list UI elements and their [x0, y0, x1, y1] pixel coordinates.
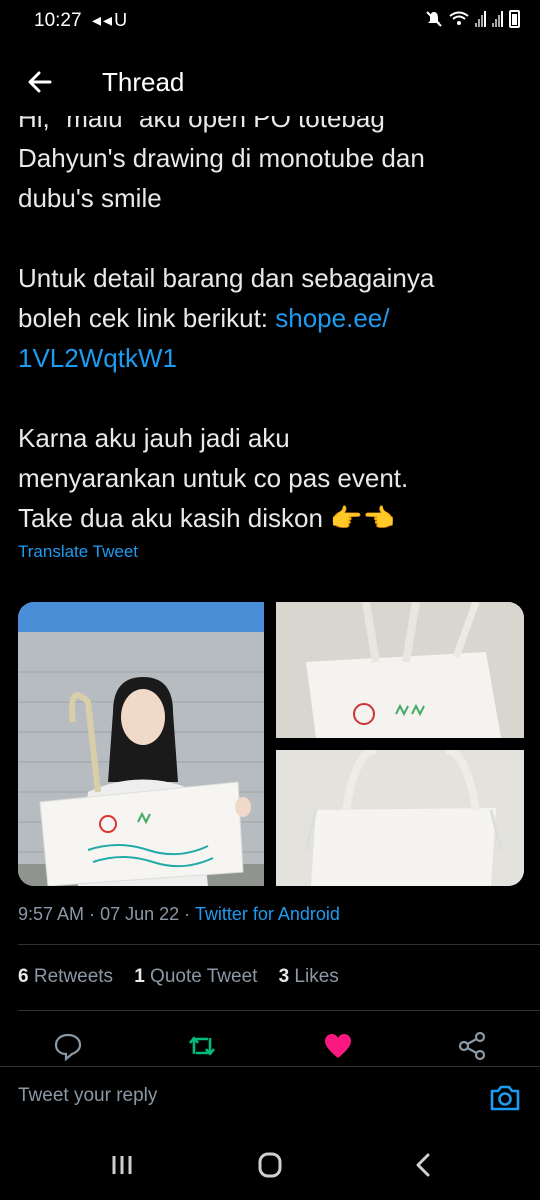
tweet-line: dubu's smile — [18, 183, 162, 213]
status-icons — [425, 10, 520, 28]
system-nav-bar — [0, 1130, 540, 1200]
back-arrow-icon[interactable] — [22, 64, 58, 100]
tweet-link-cont[interactable]: 1VL2WqtkW1 — [18, 343, 177, 373]
top-bar: Thread — [0, 50, 540, 116]
reply-icon[interactable] — [52, 1030, 84, 1062]
tweet-actions — [0, 1020, 540, 1066]
share-icon[interactable] — [456, 1030, 488, 1062]
tote-photo-detail-1[interactable] — [276, 602, 524, 738]
tweet-text: Hi, "maiu" aku open PO totebag Dahyun's … — [18, 98, 528, 538]
tweet-meta: 9:57 AM · 07 Jun 22 · Twitter for Androi… — [18, 904, 340, 924]
tote-photo-main[interactable] — [18, 602, 264, 886]
signal-icon — [475, 11, 486, 27]
home-icon[interactable] — [250, 1148, 290, 1182]
quotes-stat[interactable]: 1 Quote Tweet — [134, 966, 257, 987]
page-title: Thread — [102, 67, 185, 97]
retweets-label: Retweets — [33, 966, 114, 987]
retweets-stat[interactable]: 6 Retweets — [18, 966, 113, 987]
like-icon[interactable] — [322, 1030, 354, 1062]
tweet-line: Dahyun's drawing di monotube dan — [18, 143, 425, 173]
back-nav-icon[interactable] — [404, 1148, 444, 1182]
mute-icon — [426, 11, 442, 27]
status-bar: 10:27 ◂◂U — [0, 0, 540, 44]
signal-icon-2 — [492, 11, 503, 27]
tweet-source-link[interactable]: Twitter for Android — [195, 904, 340, 924]
reply-bar: Tweet your reply — [0, 1066, 540, 1131]
tweet-line: Take dua aku kasih diskon 👉👈 — [18, 503, 395, 533]
tweet-stats: 6 Retweets 1 Quote Tweet 3 Likes — [18, 966, 339, 988]
recents-icon[interactable] — [102, 1148, 142, 1182]
tweet-time: 9:57 AM — [18, 904, 85, 924]
tweet-line: Karna aku jauh jadi aku — [18, 423, 290, 453]
tote-photo-detail-2[interactable] — [276, 750, 524, 886]
translate-tweet-link[interactable]: Translate Tweet — [18, 542, 138, 562]
reply-input[interactable]: Tweet your reply — [18, 1085, 157, 1107]
divider — [18, 944, 540, 945]
wifi-icon — [449, 11, 469, 25]
tweet-date: 07 Jun 22 — [100, 904, 180, 924]
likes-label: Likes — [294, 966, 339, 987]
tweet-line: Untuk detail barang dan sebagainya — [18, 263, 435, 293]
likes-stat[interactable]: 3 Likes — [279, 966, 339, 987]
tweet-line: menyarankan untuk co pas event. — [18, 463, 409, 493]
tweet-line: boleh cek link berikut: — [18, 303, 276, 333]
retweets-count: 6 — [18, 966, 29, 987]
status-time: 10:27 — [34, 10, 82, 31]
media-grid — [18, 602, 524, 886]
notification-icons: ◂◂U — [92, 10, 130, 30]
camera-icon[interactable] — [488, 1081, 522, 1115]
tweet-link[interactable]: shope.ee/ — [275, 303, 389, 333]
battery-icon — [509, 10, 520, 28]
divider — [18, 1010, 540, 1011]
likes-count: 3 — [278, 966, 290, 987]
quotes-count: 1 — [134, 966, 145, 987]
quotes-label: Quote Tweet — [150, 966, 258, 987]
retweet-icon[interactable] — [186, 1030, 218, 1062]
